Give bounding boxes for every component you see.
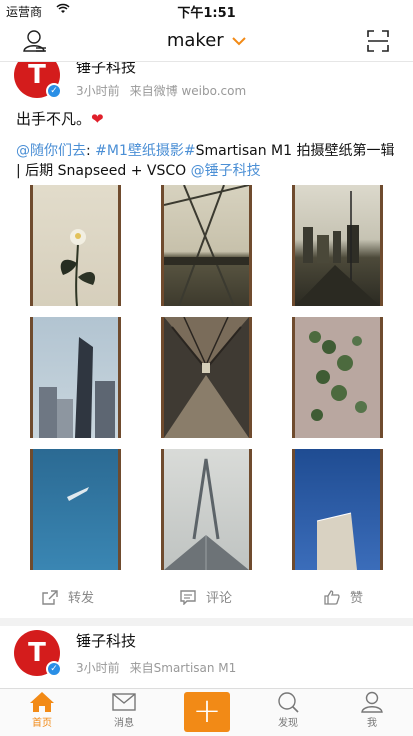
post-time: 3小时前 xyxy=(76,661,120,675)
tab-messages[interactable]: 消息 xyxy=(94,691,154,729)
status-bar: 运营商 下午1:51 xyxy=(0,0,413,21)
post-divider xyxy=(0,618,413,626)
post-colon: : xyxy=(86,143,96,159)
photo-ivy-wall[interactable] xyxy=(292,317,383,438)
feed[interactable]: T ✓ 锤子科技 3小时前 来自微博 weibo.com 出手不凡。❤ @随你们去:… xyxy=(0,62,413,688)
verified-icon: ✓ xyxy=(46,83,62,99)
tab-label: 我 xyxy=(367,718,377,729)
verified-icon: ✓ xyxy=(46,661,62,677)
like-label: 赞 xyxy=(350,591,364,606)
like-button[interactable]: 赞 xyxy=(324,587,363,606)
top-navbar: maker xyxy=(0,20,413,62)
post-actions: 转发 评论 赞 xyxy=(0,587,413,611)
photo-building-sky[interactable] xyxy=(292,449,383,570)
post-meta: 3小时前 来自微博 weibo.com xyxy=(76,82,246,99)
profile-icon xyxy=(361,691,383,713)
page-title: maker xyxy=(166,30,224,51)
photo-cable-bridge[interactable] xyxy=(161,449,252,570)
avatar[interactable]: T ✓ xyxy=(14,630,62,677)
plus-icon: + xyxy=(192,691,222,731)
post-author[interactable]: 锤子科技 xyxy=(76,62,136,77)
hashtag-link[interactable]: #M1壁纸摄影# xyxy=(95,143,195,159)
repost-button[interactable]: 转发 xyxy=(42,587,94,606)
photo-flower[interactable] xyxy=(30,185,121,306)
tab-home[interactable]: 首页 xyxy=(12,691,72,729)
mention-link-smartisan[interactable]: @锤子科技 xyxy=(191,163,261,179)
avatar[interactable]: T ✓ xyxy=(14,62,62,99)
search-icon xyxy=(278,692,299,713)
photo-sea-boat[interactable] xyxy=(30,449,121,570)
status-time: 下午1:51 xyxy=(177,6,236,21)
tab-discover[interactable]: 发现 xyxy=(258,691,318,729)
photo-grid xyxy=(30,185,385,570)
post-source: 来自Smartisan M1 xyxy=(129,661,237,675)
post-text-line: 出手不凡。 xyxy=(16,110,92,128)
photo-tower[interactable] xyxy=(30,317,121,438)
post-source: 来自微博 weibo.com xyxy=(129,84,247,98)
repost-label: 转发 xyxy=(68,591,95,606)
group-title-dropdown[interactable]: maker xyxy=(0,30,413,51)
mail-icon xyxy=(112,693,136,711)
post-time: 3小时前 xyxy=(76,84,120,98)
photo-city-skyline[interactable] xyxy=(292,185,383,306)
tab-me[interactable]: 我 xyxy=(342,691,402,729)
post-text: 出手不凡。❤ xyxy=(16,108,104,129)
tab-label: 发现 xyxy=(278,718,298,729)
tab-label: 消息 xyxy=(114,718,134,729)
compose-button[interactable]: + xyxy=(184,692,230,732)
chevron-down-icon xyxy=(228,34,246,50)
post-body: @随你们去: #M1壁纸摄影#Smartisan M1 拍摄壁纸第一辑 | 后期… xyxy=(16,141,401,181)
post-author[interactable]: 锤子科技 xyxy=(76,630,136,651)
comment-label: 评论 xyxy=(206,591,233,606)
scan-icon[interactable] xyxy=(367,30,389,52)
heart-icon: ❤ xyxy=(91,110,104,128)
photo-bridge-perspective[interactable] xyxy=(161,317,252,438)
comment-button[interactable]: 评论 xyxy=(180,587,232,606)
tab-label: 首页 xyxy=(32,718,52,729)
post-meta: 3小时前 来自Smartisan M1 xyxy=(76,659,236,676)
bottom-tabbar: 首页 消息 + 发现 我 xyxy=(0,688,413,736)
mention-link[interactable]: @随你们去 xyxy=(16,143,86,159)
photo-bridge-road[interactable] xyxy=(161,185,252,306)
home-icon xyxy=(30,692,54,712)
